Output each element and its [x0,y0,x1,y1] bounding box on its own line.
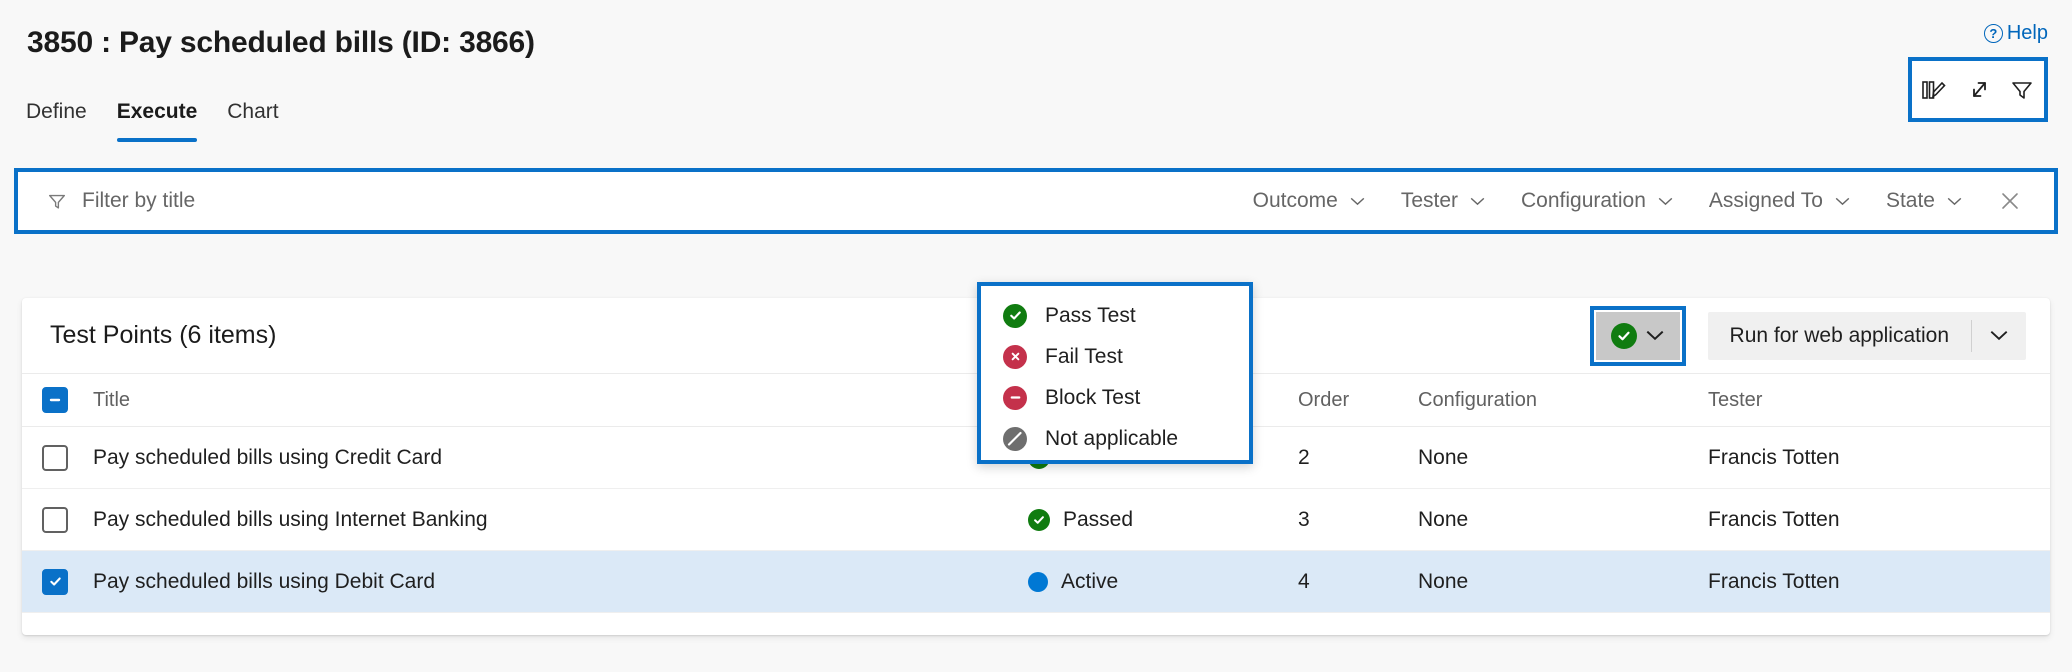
row-checkbox[interactable] [42,507,68,533]
menu-item-not-applicable[interactable]: Not applicable [981,418,1249,459]
row-order: 3 [1298,508,1418,532]
row-title: Pay scheduled bills using Debit Card [88,570,1028,594]
column-options-icon[interactable] [1917,73,1951,107]
tab-define[interactable]: Define [26,100,87,142]
active-status-dot-icon [1028,572,1048,592]
filter-input-wrapper [46,172,1235,230]
row-outcome: Active [1028,570,1298,594]
column-header-order[interactable]: Order [1298,389,1418,412]
menu-item-label: Fail Test [1045,345,1123,369]
clear-filters-button[interactable] [1980,183,2044,219]
row-checkbox[interactable] [42,445,68,471]
table-row[interactable]: Pay scheduled bills using Internet Banki… [22,489,2050,551]
menu-item-fail-test[interactable]: Fail Test [981,336,1249,377]
pass-check-circle-icon [1028,509,1050,531]
filter-dropdown-assigned-to[interactable]: Assigned To [1691,183,1868,219]
filter-bar: Outcome Tester Configuration Assigned To… [14,168,2058,234]
run-options-dropdown-button[interactable] [1972,312,2026,360]
row-configuration: None [1418,446,1708,470]
row-tester: Francis Totten [1708,446,2050,470]
row-tester: Francis Totten [1708,508,2050,532]
help-link[interactable]: ? Help [1984,22,2048,45]
pass-check-circle-icon [1003,304,1027,328]
row-title: Pay scheduled bills using Internet Banki… [88,508,1028,532]
table-row[interactable]: Pay scheduled bills using Debit Card Act… [22,551,2050,613]
row-outcome-label: Passed [1063,508,1133,532]
chevron-down-icon [1835,197,1850,206]
row-configuration: None [1418,508,1708,532]
filter-dropdown-tester-label: Tester [1401,189,1458,213]
row-tester: Francis Totten [1708,570,2050,594]
set-outcome-split-button[interactable] [1596,312,1680,360]
question-circle-icon: ? [1984,24,2003,43]
row-select-cell [22,445,88,471]
filter-dropdown-outcome[interactable]: Outcome [1235,183,1383,219]
chevron-down-icon [1990,330,2008,341]
row-order: 2 [1298,446,1418,470]
row-outcome: Passed [1028,508,1298,532]
slash-line [1004,428,1026,450]
filter-dropdown-state[interactable]: State [1868,183,1980,219]
filter-funnel-icon[interactable] [2005,73,2039,107]
chevron-down-icon [1658,197,1673,206]
chevron-down-icon [1350,197,1365,206]
filter-dropdown-configuration[interactable]: Configuration [1503,183,1691,219]
card-actions: Run for web application [1590,298,2026,373]
row-select-cell [22,507,88,533]
row-select-cell [22,569,88,595]
row-title: Pay scheduled bills using Credit Card [88,446,1028,470]
menu-item-label: Pass Test [1045,304,1136,328]
filter-dropdown-group: Outcome Tester Configuration Assigned To… [1235,183,2054,219]
grid-toolbar [1908,57,2048,122]
help-label: Help [2007,22,2048,45]
tab-execute[interactable]: Execute [117,100,198,142]
block-minus-circle-icon [1003,386,1027,410]
filter-dropdown-outcome-label: Outcome [1253,189,1338,213]
filter-dropdown-tester[interactable]: Tester [1383,183,1503,219]
chevron-down-icon [1947,197,1962,206]
filter-dropdown-assigned-to-label: Assigned To [1709,189,1823,213]
row-outcome-label: Active [1061,570,1118,594]
menu-item-label: Block Test [1045,386,1140,410]
test-points-title: Test Points (6 items) [50,321,276,350]
fail-x-circle-icon [1003,345,1027,369]
not-applicable-slash-circle-icon [1003,427,1027,451]
row-configuration: None [1418,570,1708,594]
select-all-checkbox[interactable] [42,387,68,413]
filter-dropdown-configuration-label: Configuration [1521,189,1646,213]
page-title: 3850 : Pay scheduled bills (ID: 3866) [27,26,535,60]
row-checkbox[interactable] [42,569,68,595]
chevron-down-icon [1470,197,1485,206]
test-plan-execute-page: 3850 : Pay scheduled bills (ID: 3866) ? … [0,0,2072,672]
close-x-icon [1998,189,2022,213]
outcome-dropdown-menu: Pass Test Fail Test Block Test [977,282,1253,464]
run-for-web-application-button[interactable]: Run for web application [1708,312,1971,360]
menu-item-block-test[interactable]: Block Test [981,377,1249,418]
row-order: 4 [1298,570,1418,594]
tab-list: Define Execute Chart [26,100,279,142]
menu-item-pass-test[interactable]: Pass Test [981,295,1249,336]
column-header-title[interactable]: Title [88,389,1028,412]
tab-chart[interactable]: Chart [227,100,278,142]
filter-funnel-icon [46,190,68,212]
fullscreen-expand-icon[interactable] [1961,73,1995,107]
menu-item-label: Not applicable [1045,427,1178,451]
select-all-cell [22,387,88,413]
pass-check-circle-icon [1611,323,1637,349]
pass-button-highlight [1590,306,1686,366]
filter-dropdown-state-label: State [1886,189,1935,213]
column-header-tester[interactable]: Tester [1708,389,2050,412]
filter-by-title-input[interactable] [82,172,1235,230]
chevron-down-icon [1646,330,1664,341]
column-header-configuration[interactable]: Configuration [1418,389,1708,412]
run-for-web-application-split-button: Run for web application [1708,312,2026,360]
